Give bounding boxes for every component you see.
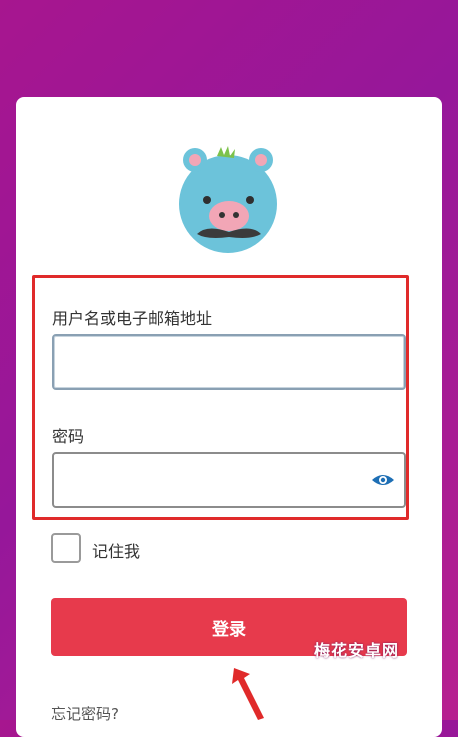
username-label: 用户名或电子邮箱地址 xyxy=(52,309,213,328)
forgot-password-link[interactable]: 忘记密码? xyxy=(51,703,119,724)
username-input[interactable] xyxy=(52,334,406,390)
remember-label: 记住我 xyxy=(92,542,141,561)
mascot-logo-icon xyxy=(179,146,277,253)
password-input[interactable] xyxy=(52,452,406,508)
eye-icon[interactable] xyxy=(370,469,396,491)
watermark: 梅花安卓网 xyxy=(314,641,400,660)
remember-checkbox[interactable] xyxy=(51,533,81,563)
password-label: 密码 xyxy=(52,427,85,446)
arrow-icon xyxy=(232,668,264,720)
